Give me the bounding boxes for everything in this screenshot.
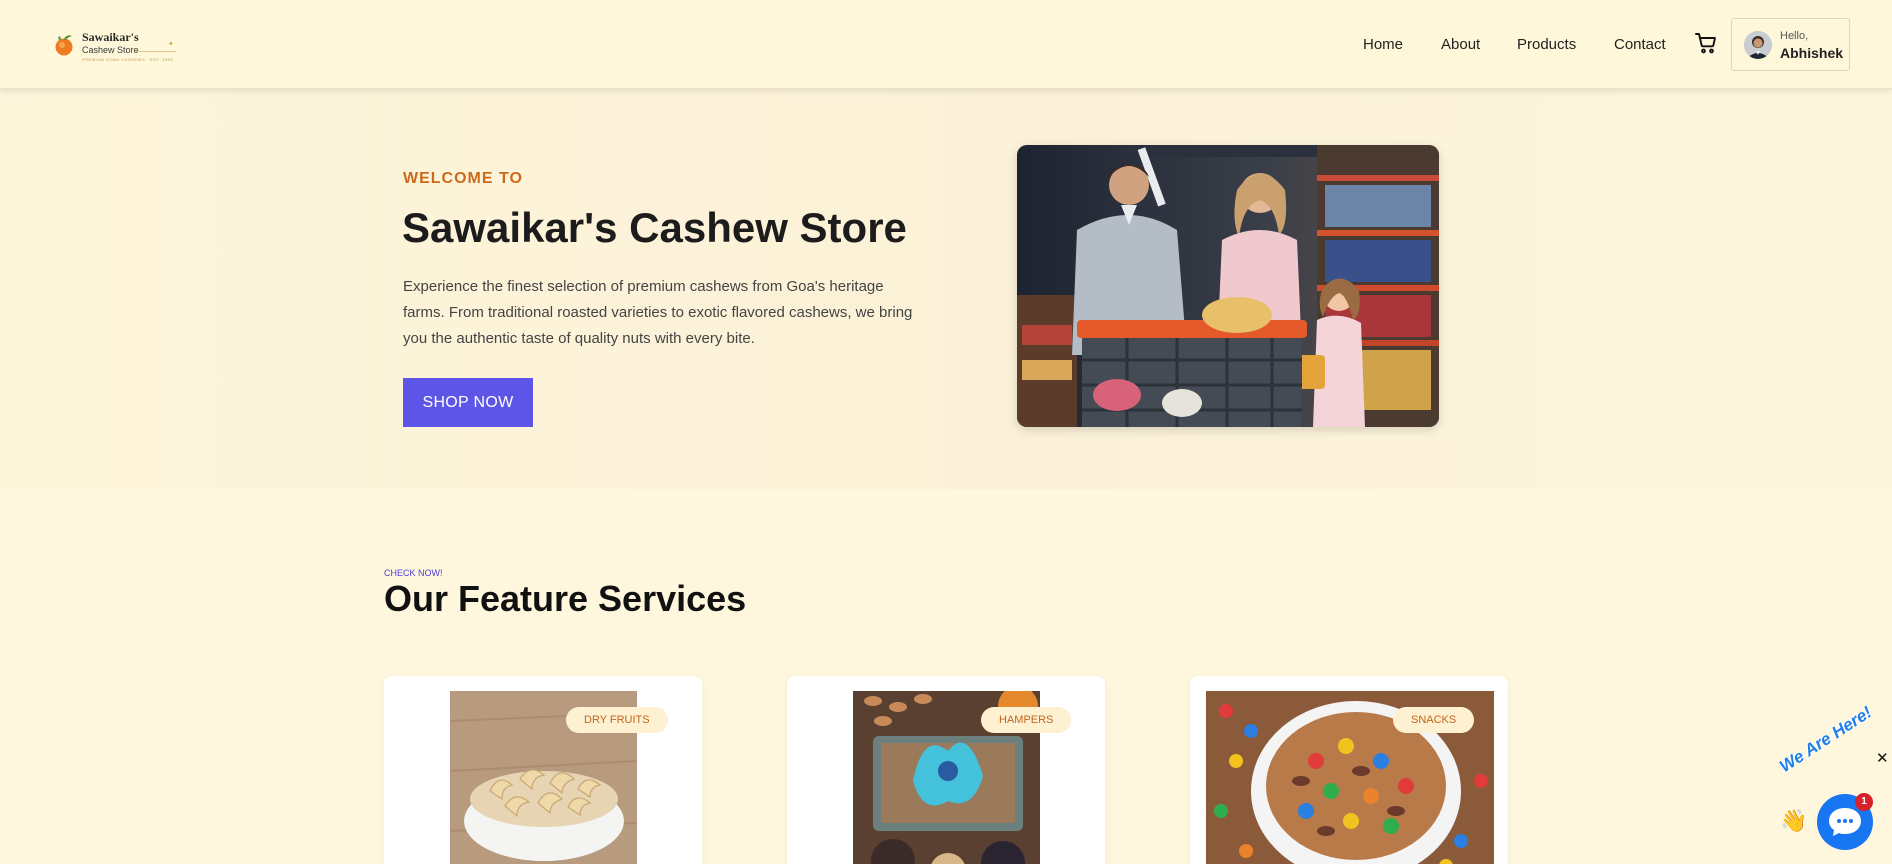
site-header: Sawaikar's Cashew Store ✦ PREMIUM GOAN C… xyxy=(0,0,1892,89)
user-greeting: Hello, xyxy=(1780,30,1809,42)
user-account-button[interactable]: Hello, Abhishek xyxy=(1731,18,1850,71)
feature-card-snacks[interactable] xyxy=(1190,676,1508,864)
logo-tagline: PREMIUM GOAN CASHEWS · EST. 1995 xyxy=(82,57,174,62)
hero-eyebrow: WELCOME TO xyxy=(403,170,523,187)
nav-home[interactable]: Home xyxy=(1363,36,1403,53)
hero-title: Sawaikar's Cashew Store xyxy=(402,204,907,251)
features-title: Our Feature Services xyxy=(384,578,747,619)
nav-products[interactable]: Products xyxy=(1517,36,1576,53)
user-name: Abhishek xyxy=(1780,45,1844,61)
avatar xyxy=(1744,31,1772,59)
hero-section xyxy=(0,89,1892,489)
family-shopping-image xyxy=(1017,145,1439,427)
nav-contact[interactable]: Contact xyxy=(1614,36,1666,53)
category-badge: HAMPERS xyxy=(981,707,1072,733)
shopping-cart-icon[interactable] xyxy=(1694,31,1718,55)
shop-now-button[interactable]: SHOP NOW xyxy=(403,378,533,427)
unread-count-badge: 1 xyxy=(1855,793,1873,811)
chat-close-icon[interactable]: ✕ xyxy=(1876,749,1889,767)
category-badge: SNACKS xyxy=(1393,707,1475,733)
feature-card-hampers[interactable] xyxy=(787,676,1105,864)
nav-about[interactable]: About xyxy=(1441,36,1480,53)
chat-caption: We Are Here! xyxy=(1776,702,1876,777)
features-eyebrow: CHECK NOW! xyxy=(384,568,443,578)
category-badge: DRY FRUITS xyxy=(566,707,668,733)
feature-card-dry-fruits[interactable] xyxy=(384,676,702,864)
waving-hand-icon: 👋 xyxy=(1780,808,1808,833)
hero-description: Experience the finest selection of premi… xyxy=(403,278,913,347)
main-nav: Home About Products Contact xyxy=(0,36,1892,56)
